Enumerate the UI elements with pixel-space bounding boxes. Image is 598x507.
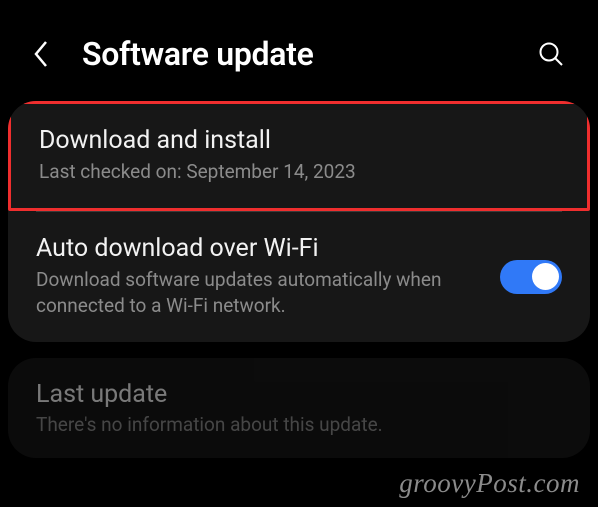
search-icon[interactable] <box>538 41 564 67</box>
auto-download-title: Auto download over Wi-Fi <box>36 234 480 263</box>
watermark: groovyPost.com <box>399 468 580 499</box>
last-update-title: Last update <box>36 380 562 409</box>
auto-download-item[interactable]: Auto download over Wi-Fi Download softwa… <box>8 212 590 342</box>
page-title: Software update <box>82 35 538 73</box>
page-header: Software update <box>0 0 598 101</box>
download-install-item[interactable]: Download and install Last checked on: Se… <box>8 101 590 211</box>
download-install-subtitle: Last checked on: September 14, 2023 <box>39 159 559 186</box>
auto-download-text: Auto download over Wi-Fi Download softwa… <box>36 234 500 320</box>
last-update-card[interactable]: Last update There's no information about… <box>8 358 590 458</box>
last-update-subtitle: There's no information about this update… <box>36 413 562 436</box>
settings-card: Download and install Last checked on: Se… <box>8 101 590 342</box>
back-icon[interactable] <box>30 38 52 70</box>
auto-download-toggle[interactable] <box>500 260 562 294</box>
auto-download-subtitle: Download software updates automatically … <box>36 267 480 320</box>
download-install-title: Download and install <box>39 126 559 155</box>
